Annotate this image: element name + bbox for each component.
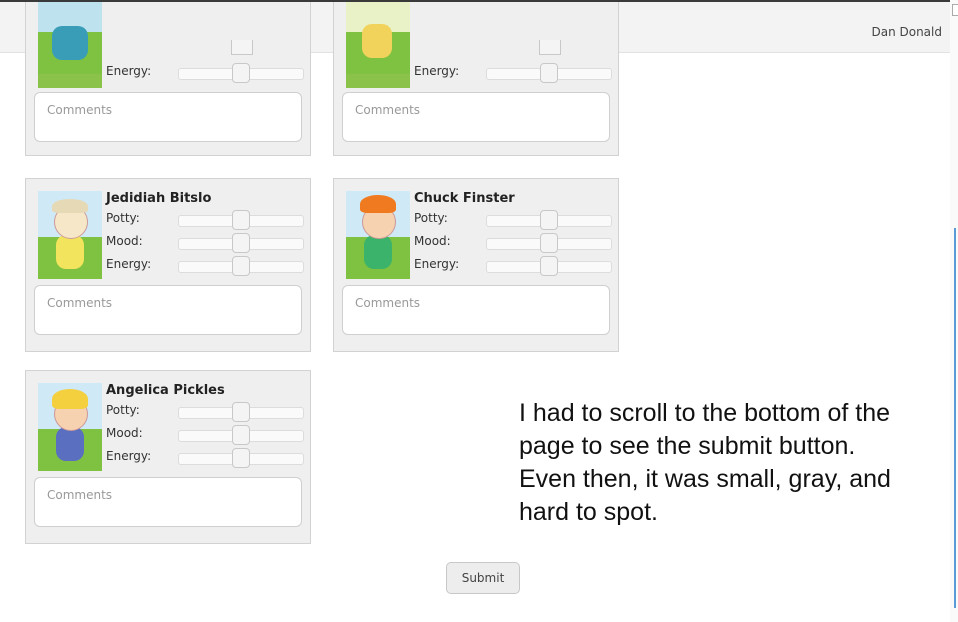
mood-slider-handle[interactable] <box>232 233 250 253</box>
kid-card: Energy: Comments <box>25 2 311 156</box>
energy-slider-handle[interactable] <box>232 256 250 276</box>
mood-slider[interactable] <box>178 233 304 253</box>
submit-button[interactable]: Submit <box>446 562 520 594</box>
mood-label: Mood: <box>414 234 451 248</box>
comments-field[interactable]: Comments <box>342 285 610 335</box>
energy-slider[interactable] <box>486 63 612 83</box>
kid-card: Energy: Comments <box>333 2 619 156</box>
kid-name: Angelica Pickles <box>106 383 225 398</box>
mood-slider-handle[interactable] <box>232 425 250 445</box>
mood-label: Mood: <box>106 234 143 248</box>
potty-slider-handle[interactable] <box>540 210 558 230</box>
kid-avatar <box>38 191 102 279</box>
kid-card: Jedidiah Bitslo Potty: Mood: Energy: Com… <box>25 178 311 352</box>
mood-slider-handle[interactable] <box>539 40 561 55</box>
energy-slider[interactable] <box>178 448 304 468</box>
mood-row: Mood: <box>414 232 614 253</box>
scrollbar-corner <box>952 4 958 16</box>
mood-row: Mood: <box>106 232 306 253</box>
potty-slider-handle[interactable] <box>232 402 250 422</box>
mood-slider-handle[interactable] <box>540 233 558 253</box>
energy-slider[interactable] <box>486 256 612 276</box>
mood-slider[interactable] <box>178 425 304 445</box>
energy-slider-handle[interactable] <box>540 256 558 276</box>
energy-row: Energy: <box>414 255 614 276</box>
kid-card: Angelica Pickles Potty: Mood: Energy: Co… <box>25 370 311 544</box>
comments-field[interactable]: Comments <box>34 92 302 142</box>
mood-slider-handle[interactable] <box>231 40 253 55</box>
kid-avatar <box>38 2 102 88</box>
potty-slider[interactable] <box>486 210 612 230</box>
potty-label: Potty: <box>106 403 140 417</box>
potty-label: Potty: <box>414 211 448 225</box>
username-label[interactable]: Dan Donald <box>871 25 942 39</box>
kid-name: Chuck Finster <box>414 191 515 206</box>
energy-row: Energy: <box>106 255 306 276</box>
mood-row: Mood: <box>106 424 306 445</box>
kid-avatar <box>38 383 102 471</box>
potty-label: Potty: <box>106 211 140 225</box>
energy-row: Energy: <box>106 447 306 468</box>
energy-label: Energy: <box>106 449 152 463</box>
comments-field[interactable]: Comments <box>342 92 610 142</box>
energy-slider[interactable] <box>178 256 304 276</box>
kid-name: Jedidiah Bitslo <box>106 191 212 206</box>
kid-avatar <box>346 2 410 88</box>
energy-slider-handle[interactable] <box>232 63 250 83</box>
annotation-text: I had to scroll to the bottom of the pag… <box>519 399 891 526</box>
potty-slider-handle[interactable] <box>232 210 250 230</box>
potty-row: Potty: <box>106 209 306 230</box>
mood-label: Mood: <box>106 426 143 440</box>
potty-slider[interactable] <box>178 402 304 422</box>
energy-label: Energy: <box>106 64 152 78</box>
comments-field[interactable]: Comments <box>34 477 302 527</box>
energy-slider-handle[interactable] <box>232 448 250 468</box>
energy-label: Energy: <box>106 257 152 271</box>
mood-slider[interactable] <box>486 233 612 253</box>
potty-row: Potty: <box>106 401 306 422</box>
energy-row: Energy: <box>106 62 306 83</box>
energy-label: Energy: <box>414 257 460 271</box>
energy-row: Energy: <box>414 62 614 83</box>
energy-label: Energy: <box>414 64 460 78</box>
scrollbar-thumb[interactable] <box>954 228 956 608</box>
energy-slider-handle[interactable] <box>540 63 558 83</box>
energy-slider[interactable] <box>178 63 304 83</box>
comments-field[interactable]: Comments <box>34 285 302 335</box>
potty-slider[interactable] <box>178 210 304 230</box>
kid-avatar <box>346 191 410 279</box>
kid-card: Chuck Finster Potty: Mood: Energy: Comme… <box>333 178 619 352</box>
potty-row: Potty: <box>414 209 614 230</box>
